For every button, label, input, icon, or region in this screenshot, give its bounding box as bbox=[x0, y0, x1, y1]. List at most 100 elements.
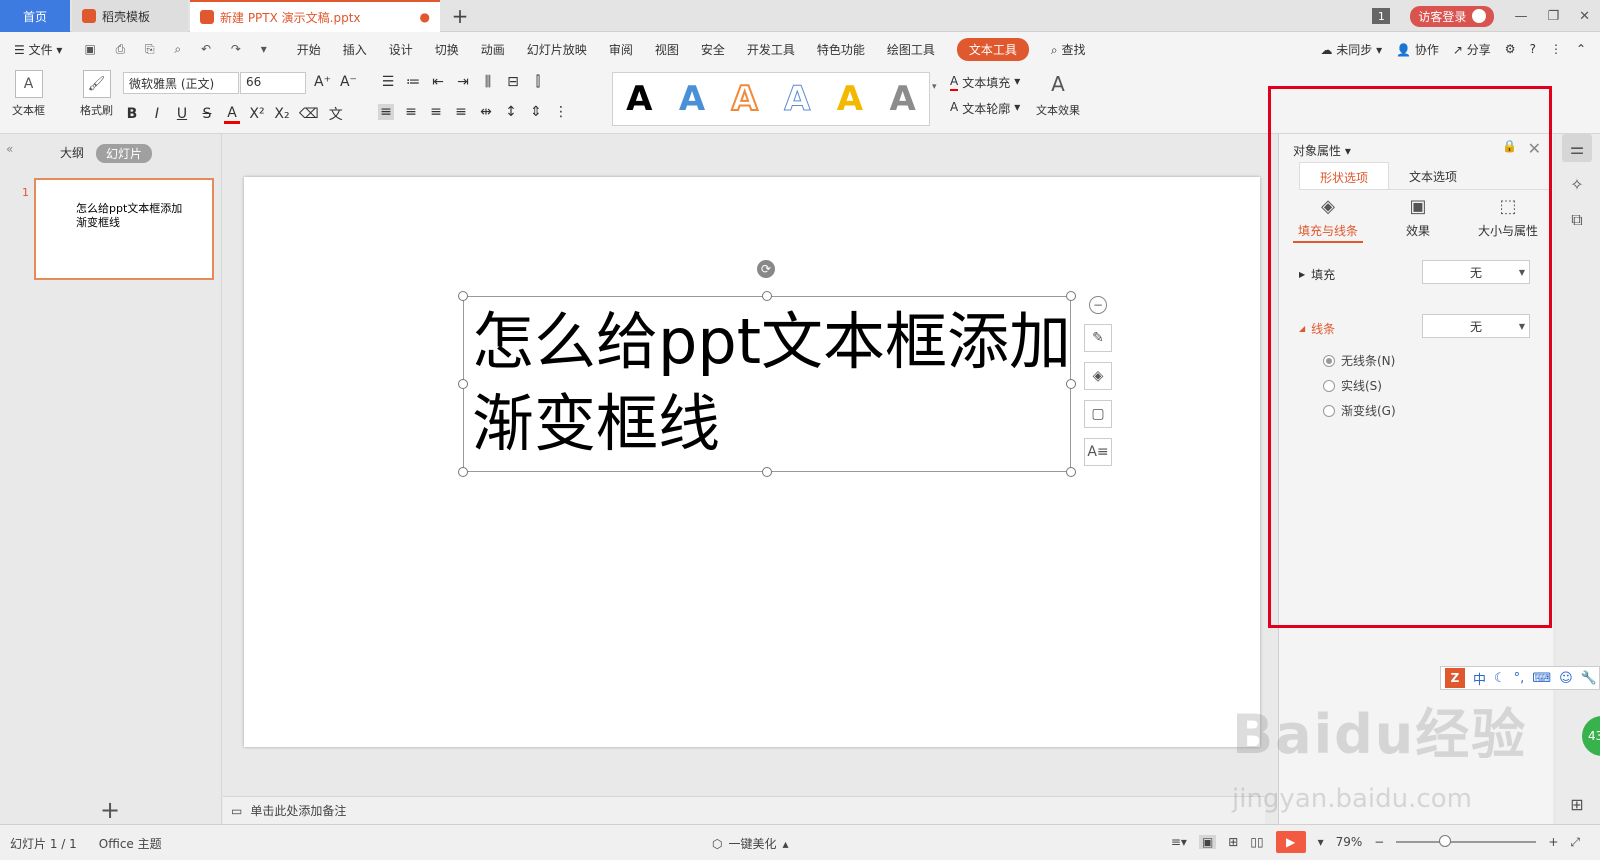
properties-toggle-icon[interactable]: ⚌ bbox=[1562, 134, 1592, 162]
align-left-icon[interactable]: ≡ bbox=[378, 104, 394, 120]
ime-toolbar[interactable]: Z 中 ☾ °, ⌨ ☺ 🔧 bbox=[1440, 666, 1600, 690]
play-button[interactable]: ▶ bbox=[1275, 831, 1306, 853]
line-spacing-icon[interactable]: ↕ bbox=[503, 104, 519, 120]
menu-item-text-tools[interactable]: 文本工具 bbox=[956, 37, 1029, 61]
fill-section-toggle[interactable]: ▶ 填充 bbox=[1299, 266, 1335, 283]
share-button[interactable]: ↗ 分享 bbox=[1453, 41, 1491, 58]
notes-bar[interactable]: ▭ 单击此处添加备注 bbox=[223, 796, 1265, 824]
more-icon[interactable]: ⋮ bbox=[1550, 42, 1562, 56]
font-color-icon[interactable]: A bbox=[224, 105, 240, 124]
columns-icon[interactable]: ⫿ bbox=[530, 74, 546, 90]
radio-no-line-button[interactable] bbox=[1323, 354, 1335, 367]
fit-window-icon[interactable]: ⤢ bbox=[1570, 835, 1580, 850]
sync-button[interactable]: ☁ 未同步 ▾ bbox=[1320, 41, 1382, 58]
grow-font-icon[interactable]: A⁺ bbox=[314, 74, 331, 90]
text-style-3[interactable]: A bbox=[730, 78, 758, 120]
menu-item-developer[interactable]: 开发工具 bbox=[747, 41, 795, 58]
format-painter-button[interactable]: 🖌 格式刷 bbox=[80, 70, 113, 118]
resize-handle-e[interactable] bbox=[1066, 379, 1076, 389]
grid-icon[interactable]: ⊞ bbox=[1562, 790, 1592, 818]
text-fill-button[interactable]: A 文本填充 ▾ bbox=[950, 74, 1020, 91]
moon-icon[interactable]: ☾ bbox=[1494, 671, 1506, 686]
radio-solid-line-button[interactable] bbox=[1323, 379, 1335, 392]
rotate-handle-icon[interactable]: ⟳ bbox=[757, 260, 775, 278]
fill-select[interactable]: 无 ▼ bbox=[1422, 260, 1530, 284]
zoom-out-icon[interactable]: − bbox=[1374, 835, 1384, 849]
tab-outline[interactable]: 大纲 bbox=[60, 144, 84, 163]
align-right-icon[interactable]: ≡ bbox=[428, 104, 444, 120]
selected-textbox[interactable]: 怎么给ppt文本框添加渐变框线 bbox=[458, 291, 1076, 477]
text-direction-icon[interactable]: ⫼ bbox=[480, 74, 496, 90]
menu-item-slideshow[interactable]: 幻灯片放映 bbox=[527, 41, 587, 58]
lock-icon[interactable]: 🔒 bbox=[1502, 139, 1517, 153]
line-select[interactable]: 无 ▼ bbox=[1422, 314, 1530, 338]
fill-bucket-icon[interactable]: ◈ bbox=[1084, 362, 1112, 390]
radio-gradient-line-button[interactable] bbox=[1323, 404, 1335, 417]
menu-item-design[interactable]: 设计 bbox=[389, 41, 413, 58]
numbering-icon[interactable]: ≔ bbox=[405, 74, 421, 90]
text-wrap-icon[interactable]: A≡ bbox=[1084, 438, 1112, 466]
list-spacing-icon[interactable]: ⋮ bbox=[553, 104, 569, 120]
tab-home[interactable]: 首页 bbox=[0, 0, 70, 32]
unsaved-dot-icon[interactable]: ● bbox=[420, 10, 430, 24]
menu-item-home[interactable]: 开始 bbox=[297, 41, 321, 58]
subtab-effect[interactable]: ▣ 效果 bbox=[1383, 196, 1453, 243]
italic-icon[interactable]: I bbox=[149, 106, 165, 122]
restore-icon[interactable]: ❐ bbox=[1547, 9, 1559, 24]
new-tab-button[interactable]: + bbox=[445, 0, 475, 32]
text-effect-button[interactable]: A 文本效果 bbox=[1036, 70, 1080, 118]
resize-handle-sw[interactable] bbox=[458, 467, 468, 477]
para-spacing-icon[interactable]: ⇕ bbox=[528, 104, 544, 120]
keyboard-icon[interactable]: ⌨ bbox=[1532, 671, 1551, 686]
justify-icon[interactable]: ≡ bbox=[453, 104, 469, 120]
beautify-button[interactable]: ⬡ 一键美化 ▴ bbox=[712, 835, 789, 852]
zoom-slider[interactable] bbox=[1396, 835, 1537, 847]
add-slide-button[interactable]: + bbox=[100, 796, 120, 824]
menu-item-drawing-tools[interactable]: 绘图工具 bbox=[887, 41, 935, 58]
outline-icon[interactable]: ▢ bbox=[1084, 400, 1112, 428]
normal-view-icon[interactable]: ▣ bbox=[1198, 835, 1217, 849]
font-size-select[interactable]: 66 bbox=[240, 72, 306, 94]
tab-document[interactable]: 新建 PPTX 演示文稿.pptx ● bbox=[190, 0, 440, 32]
copy-icon[interactable]: ⧉ bbox=[1562, 206, 1592, 234]
help-icon[interactable]: ? bbox=[1530, 42, 1536, 56]
search-button[interactable]: ⌕ 查找 bbox=[1051, 41, 1086, 58]
text-style-4[interactable]: A bbox=[784, 79, 811, 120]
text-style-6[interactable]: A bbox=[889, 79, 915, 119]
quick-access-icons[interactable]: ▣ ⎙ ⎘ ⌕ ↶ ↷ ▾ bbox=[84, 42, 274, 57]
superscript-icon[interactable]: X² bbox=[249, 106, 265, 122]
menu-item-review[interactable]: 审阅 bbox=[609, 41, 633, 58]
line-section-toggle[interactable]: ◢ 线条 bbox=[1299, 320, 1335, 337]
text-outline-button[interactable]: A 文本轮廓 ▾ bbox=[950, 100, 1020, 117]
bullets-icon[interactable]: ☰ bbox=[380, 74, 396, 90]
strikethrough-icon[interactable]: S bbox=[199, 106, 215, 122]
tab-text-options[interactable]: 文本选项 bbox=[1389, 162, 1477, 189]
pen-icon[interactable]: ✎ bbox=[1084, 324, 1112, 352]
user-icon[interactable]: ☺ bbox=[1559, 671, 1573, 686]
text-style-5[interactable]: A bbox=[837, 79, 863, 119]
font-name-select[interactable]: 微软雅黑 (正文) bbox=[123, 72, 239, 94]
collapse-ribbon-icon[interactable]: ⌃ bbox=[1576, 42, 1586, 56]
align-center-icon[interactable]: ≡ bbox=[403, 104, 419, 120]
login-button[interactable]: 访客登录 bbox=[1410, 5, 1495, 27]
sorter-view-icon[interactable]: ⊞ bbox=[1228, 835, 1238, 849]
distribute-icon[interactable]: ⇹ bbox=[478, 104, 494, 120]
gallery-more-icon[interactable]: ▾ bbox=[932, 82, 937, 92]
window-count-badge[interactable]: 1 bbox=[1372, 8, 1391, 24]
resize-handle-n[interactable] bbox=[762, 291, 772, 301]
resize-handle-s[interactable] bbox=[762, 467, 772, 477]
align-text-icon[interactable]: ⊟ bbox=[505, 74, 521, 90]
decrease-indent-icon[interactable]: ⇤ bbox=[430, 74, 446, 90]
wrench-icon[interactable]: 🔧 bbox=[1581, 671, 1597, 686]
close-icon[interactable]: ✕ bbox=[1579, 9, 1590, 24]
shrink-font-icon[interactable]: A⁻ bbox=[340, 74, 357, 90]
pin-icon[interactable]: ✧ bbox=[1562, 170, 1592, 198]
panel-close-icon[interactable]: ✕ bbox=[1528, 139, 1541, 158]
resize-handle-nw[interactable] bbox=[458, 291, 468, 301]
resize-handle-se[interactable] bbox=[1066, 467, 1076, 477]
textbox-content[interactable]: 怎么给ppt文本框添加渐变框线 bbox=[472, 301, 1072, 465]
collaborate-button[interactable]: 👤 协作 bbox=[1396, 41, 1439, 58]
text-style-2[interactable]: A bbox=[679, 79, 705, 119]
phonetic-icon[interactable]: 文 bbox=[328, 104, 344, 124]
punct-icon[interactable]: °, bbox=[1514, 671, 1525, 686]
